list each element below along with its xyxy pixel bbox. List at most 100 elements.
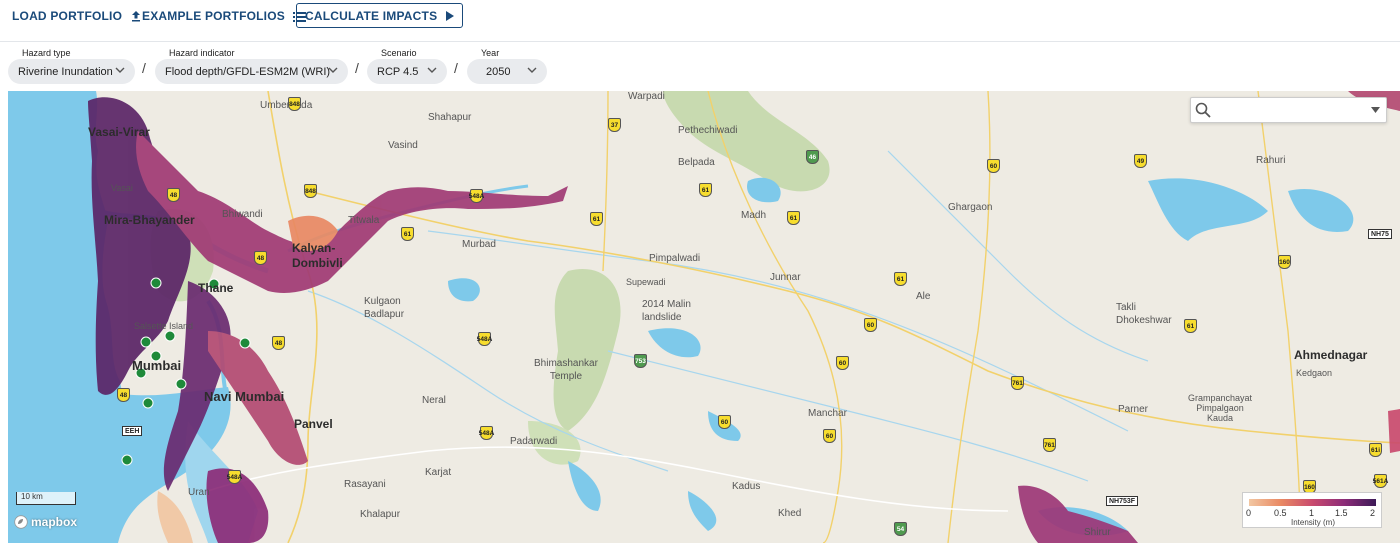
mapbox-logo[interactable]: mapbox — [14, 515, 77, 529]
scenario-label: Scenario — [381, 48, 417, 58]
place-label: Neral — [422, 395, 446, 406]
place-label: Padarwadi — [510, 436, 558, 447]
city-label: Mira-Bhayander — [104, 213, 195, 227]
place-label: Ale — [916, 291, 931, 302]
legend-tick: 0 — [1246, 508, 1252, 518]
route-badge: NH753F — [1106, 496, 1139, 506]
highway-shield: 548A — [477, 332, 492, 346]
place-label: Bhiwandi — [222, 209, 263, 220]
hazard-type-label: Hazard type — [22, 48, 71, 58]
place-label: Grampanchayat Pimpalgaon Kauda — [1188, 393, 1253, 423]
example-portfolios-button[interactable]: EXAMPLE PORTFOLIOS — [142, 4, 306, 28]
place-label: Pimpalwadi — [649, 253, 701, 264]
highway-shield: 61 — [787, 211, 800, 225]
place-label: Rahuri — [1256, 155, 1286, 166]
place-label: Shirur — [1084, 527, 1111, 538]
highway-shield: 160 — [1278, 255, 1291, 269]
place-label: Supewadi — [626, 277, 666, 287]
highway-shield: 753 — [634, 354, 647, 368]
place-label: Kadus — [732, 481, 761, 492]
map-scale-bar: 10 km — [16, 492, 76, 505]
route-badge: EEH — [122, 426, 143, 436]
mapbox-icon — [14, 515, 28, 529]
highway-shield: 60 — [864, 318, 877, 332]
highway-shield: 49 — [1134, 154, 1147, 168]
city-label: Vasai-Virar — [88, 125, 150, 139]
place-label: Khalapur — [360, 509, 401, 520]
place-label: Pethechiwadi — [678, 125, 738, 136]
highway-shield: 60 — [718, 415, 731, 429]
highway-shield: 48 — [117, 388, 130, 402]
year-value: 2050 — [486, 65, 511, 78]
highway-shield: 61 — [894, 272, 907, 286]
hazard-indicator-select[interactable]: Flood depth/GFDL-ESM2M (WRI) — [155, 59, 348, 84]
calculate-impacts-button[interactable]: CALCULATE IMPACTS — [296, 3, 464, 28]
place-label: Shahapur — [428, 112, 472, 123]
highway-shield: 48 — [167, 188, 180, 202]
place-label: Khed — [778, 508, 802, 519]
highway-shield: 848 — [288, 97, 301, 111]
highway-shield: 60 — [836, 356, 849, 370]
map-search-box[interactable] — [1190, 97, 1387, 123]
search-icon — [1195, 102, 1211, 118]
load-portfolio-label: LOAD PORTFOLIO — [12, 9, 123, 23]
highway-shield: 48 — [272, 336, 285, 350]
highway-shield: 848 — [304, 184, 317, 198]
highway-shield: 61 — [699, 183, 712, 197]
place-label: Bhimashankar Temple — [534, 358, 598, 382]
place-label: 2014 Malin landslide — [642, 299, 691, 323]
hazard-map[interactable]: Umberpada Shahapur Warpadi Pethechiwadi … — [8, 91, 1400, 543]
place-label: Murbad — [462, 239, 496, 250]
year-select[interactable]: 2050 — [467, 59, 547, 84]
highway-shield: 48 — [254, 251, 267, 265]
intensity-legend: 0 0.5 1 1.5 2 Intensity (m) — [1242, 492, 1382, 528]
legend-title: Intensity (m) — [1290, 518, 1335, 527]
hazard-indicator-label: Hazard indicator — [169, 48, 235, 58]
load-portfolio-button[interactable]: LOAD PORTFOLIO — [12, 4, 142, 28]
legend-tick: 1.5 — [1335, 508, 1348, 518]
place-label: Junnar — [770, 272, 801, 283]
filter-separator: / — [454, 60, 458, 76]
city-label: Panvel — [294, 417, 333, 431]
calculate-impacts-label: CALCULATE IMPACTS — [305, 8, 438, 23]
highway-shield: 561A — [1373, 474, 1388, 488]
search-input[interactable] — [1215, 99, 1365, 121]
highway-shield: 761 — [1011, 376, 1024, 390]
highway-shield: 54 — [894, 522, 907, 536]
place-label: Vasai — [111, 183, 133, 193]
scale-label: 10 km — [21, 492, 43, 501]
hazard-filter-bar: Hazard type Riverine Inundation / Hazard… — [0, 42, 1400, 90]
city-label: Ahmednagar — [1294, 348, 1368, 362]
place-label: Kulgaon Badlapur — [364, 296, 405, 320]
highway-shield: 46 — [806, 150, 819, 164]
hazard-type-select[interactable]: Riverine Inundation — [8, 59, 135, 84]
chevron-down-icon — [115, 67, 125, 73]
dropdown-arrow-icon[interactable] — [1371, 107, 1380, 113]
place-label: Ghargaon — [948, 202, 993, 213]
place-label: Kedgaon — [1296, 368, 1333, 378]
year-label: Year — [481, 48, 500, 58]
highway-shield: 37 — [608, 118, 621, 132]
highway-shield: 548A — [469, 189, 484, 203]
top-toolbar: LOAD PORTFOLIO EXAMPLE PORTFOLIOS CALCUL… — [0, 0, 1400, 42]
place-label: Vasind — [388, 140, 418, 151]
place-label: Madh — [741, 210, 767, 221]
highway-shield: 548A — [479, 426, 494, 440]
highway-shield: 61 — [590, 212, 603, 226]
highway-shield: 60 — [823, 429, 836, 443]
city-label: Kalyan- Dombivli — [292, 241, 343, 270]
city-label: Thane — [198, 281, 234, 295]
legend-color-bar — [1249, 499, 1376, 506]
hazard-indicator-value: Flood depth/GFDL-ESM2M (WRI) — [165, 65, 331, 78]
highway-shield: 61 — [401, 227, 414, 241]
chevron-down-icon — [427, 67, 437, 73]
hazard-type-value: Riverine Inundation — [18, 65, 113, 78]
legend-tick: 1 — [1309, 508, 1315, 518]
city-label: Navi Mumbai — [204, 389, 285, 404]
highway-shield: 761 — [1043, 438, 1056, 452]
play-icon — [445, 10, 455, 21]
city-label: Mumbai — [132, 358, 182, 373]
scenario-select[interactable]: RCP 4.5 — [367, 59, 447, 84]
place-label: Umberpada — [260, 100, 313, 111]
mapbox-label: mapbox — [31, 515, 78, 529]
